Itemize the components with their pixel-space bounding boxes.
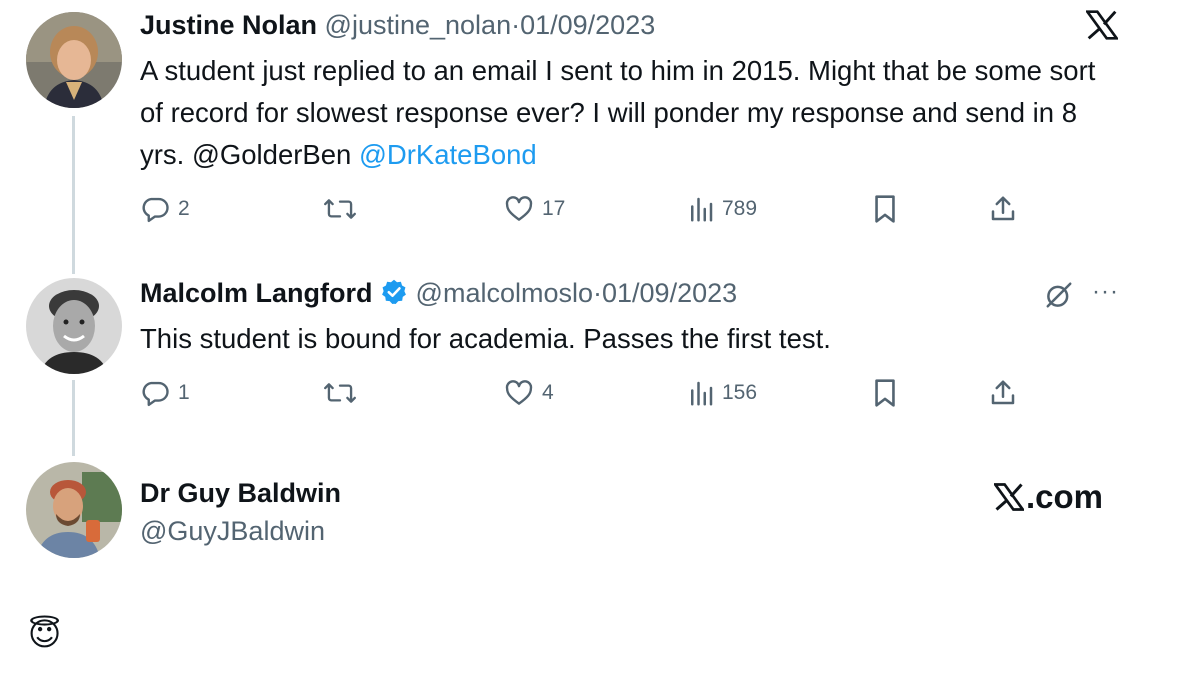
reply-icon <box>142 381 169 407</box>
views-button[interactable]: 156 <box>688 376 757 410</box>
avatar[interactable] <box>26 462 122 558</box>
grok-icon[interactable] <box>1044 280 1074 315</box>
like-count: 4 <box>542 381 554 404</box>
retweet-button[interactable] <box>324 376 356 410</box>
retweet-icon <box>324 383 356 403</box>
tweet-body: A student just replied to an email I sen… <box>140 55 1096 170</box>
tweet-header: Malcolm Langford @malcolmoslo·01/09/2023 <box>140 276 737 314</box>
reply-icon <box>142 197 169 223</box>
bookmark-icon <box>875 195 895 223</box>
bookmark-button[interactable] <box>872 192 898 226</box>
author-name[interactable]: Justine Nolan <box>140 10 317 40</box>
tweet-date[interactable]: 01/09/2023 <box>602 278 737 308</box>
reply-count: 2 <box>178 197 190 220</box>
thread-line-2 <box>72 380 75 456</box>
reply-count: 1 <box>178 381 190 404</box>
tweet-text: This student is bound for academia. Pass… <box>140 323 831 354</box>
tweet-text: A student just replied to an email I sen… <box>140 50 1100 176</box>
author-handle[interactable]: @malcolmoslo <box>416 278 593 308</box>
separator: · <box>593 278 602 308</box>
author-name[interactable]: Dr Guy Baldwin <box>140 476 341 510</box>
verified-badge-icon <box>380 278 408 314</box>
separator: · <box>511 10 521 40</box>
more-icon[interactable]: ··· <box>1092 278 1119 306</box>
bookmark-button[interactable] <box>872 376 898 410</box>
mention-link[interactable]: @DrKateBond <box>359 139 537 170</box>
tweet-date[interactable]: 01/09/2023 <box>520 10 655 40</box>
xcom-watermark: .com <box>994 478 1103 516</box>
reply-button[interactable]: 1 <box>140 376 190 410</box>
retweet-icon <box>324 199 356 219</box>
watermark-text: .com <box>1026 478 1104 515</box>
views-button[interactable]: 789 <box>688 192 757 226</box>
like-icon <box>505 196 533 221</box>
avatar[interactable] <box>26 12 122 108</box>
x-logo-icon[interactable] <box>1084 10 1120 45</box>
share-button[interactable] <box>988 192 1018 226</box>
reply-text: 😇 <box>28 616 62 652</box>
thread-line-1 <box>72 116 75 274</box>
bookmark-icon <box>875 379 895 407</box>
tweet-header: Justine Nolan @justine_nolan·01/09/2023 <box>140 8 655 42</box>
view-count: 156 <box>722 381 758 404</box>
view-count: 789 <box>722 197 758 220</box>
share-icon <box>991 380 1015 405</box>
share-icon <box>991 196 1015 221</box>
like-button[interactable]: 4 <box>504 376 554 410</box>
reply-button[interactable]: 2 <box>140 192 190 226</box>
views-icon <box>691 381 713 406</box>
like-icon <box>505 380 533 405</box>
author-name[interactable]: Malcolm Langford <box>140 278 373 308</box>
views-icon <box>691 197 713 222</box>
like-button[interactable]: 17 <box>504 192 565 226</box>
x-logo-icon <box>994 483 1024 511</box>
avatar[interactable] <box>26 278 122 374</box>
like-count: 17 <box>542 197 566 220</box>
share-button[interactable] <box>988 376 1018 410</box>
retweet-button[interactable] <box>324 192 356 226</box>
author-handle[interactable]: @justine_nolan <box>325 10 512 40</box>
author-handle[interactable]: @GuyJBaldwin <box>140 514 325 548</box>
